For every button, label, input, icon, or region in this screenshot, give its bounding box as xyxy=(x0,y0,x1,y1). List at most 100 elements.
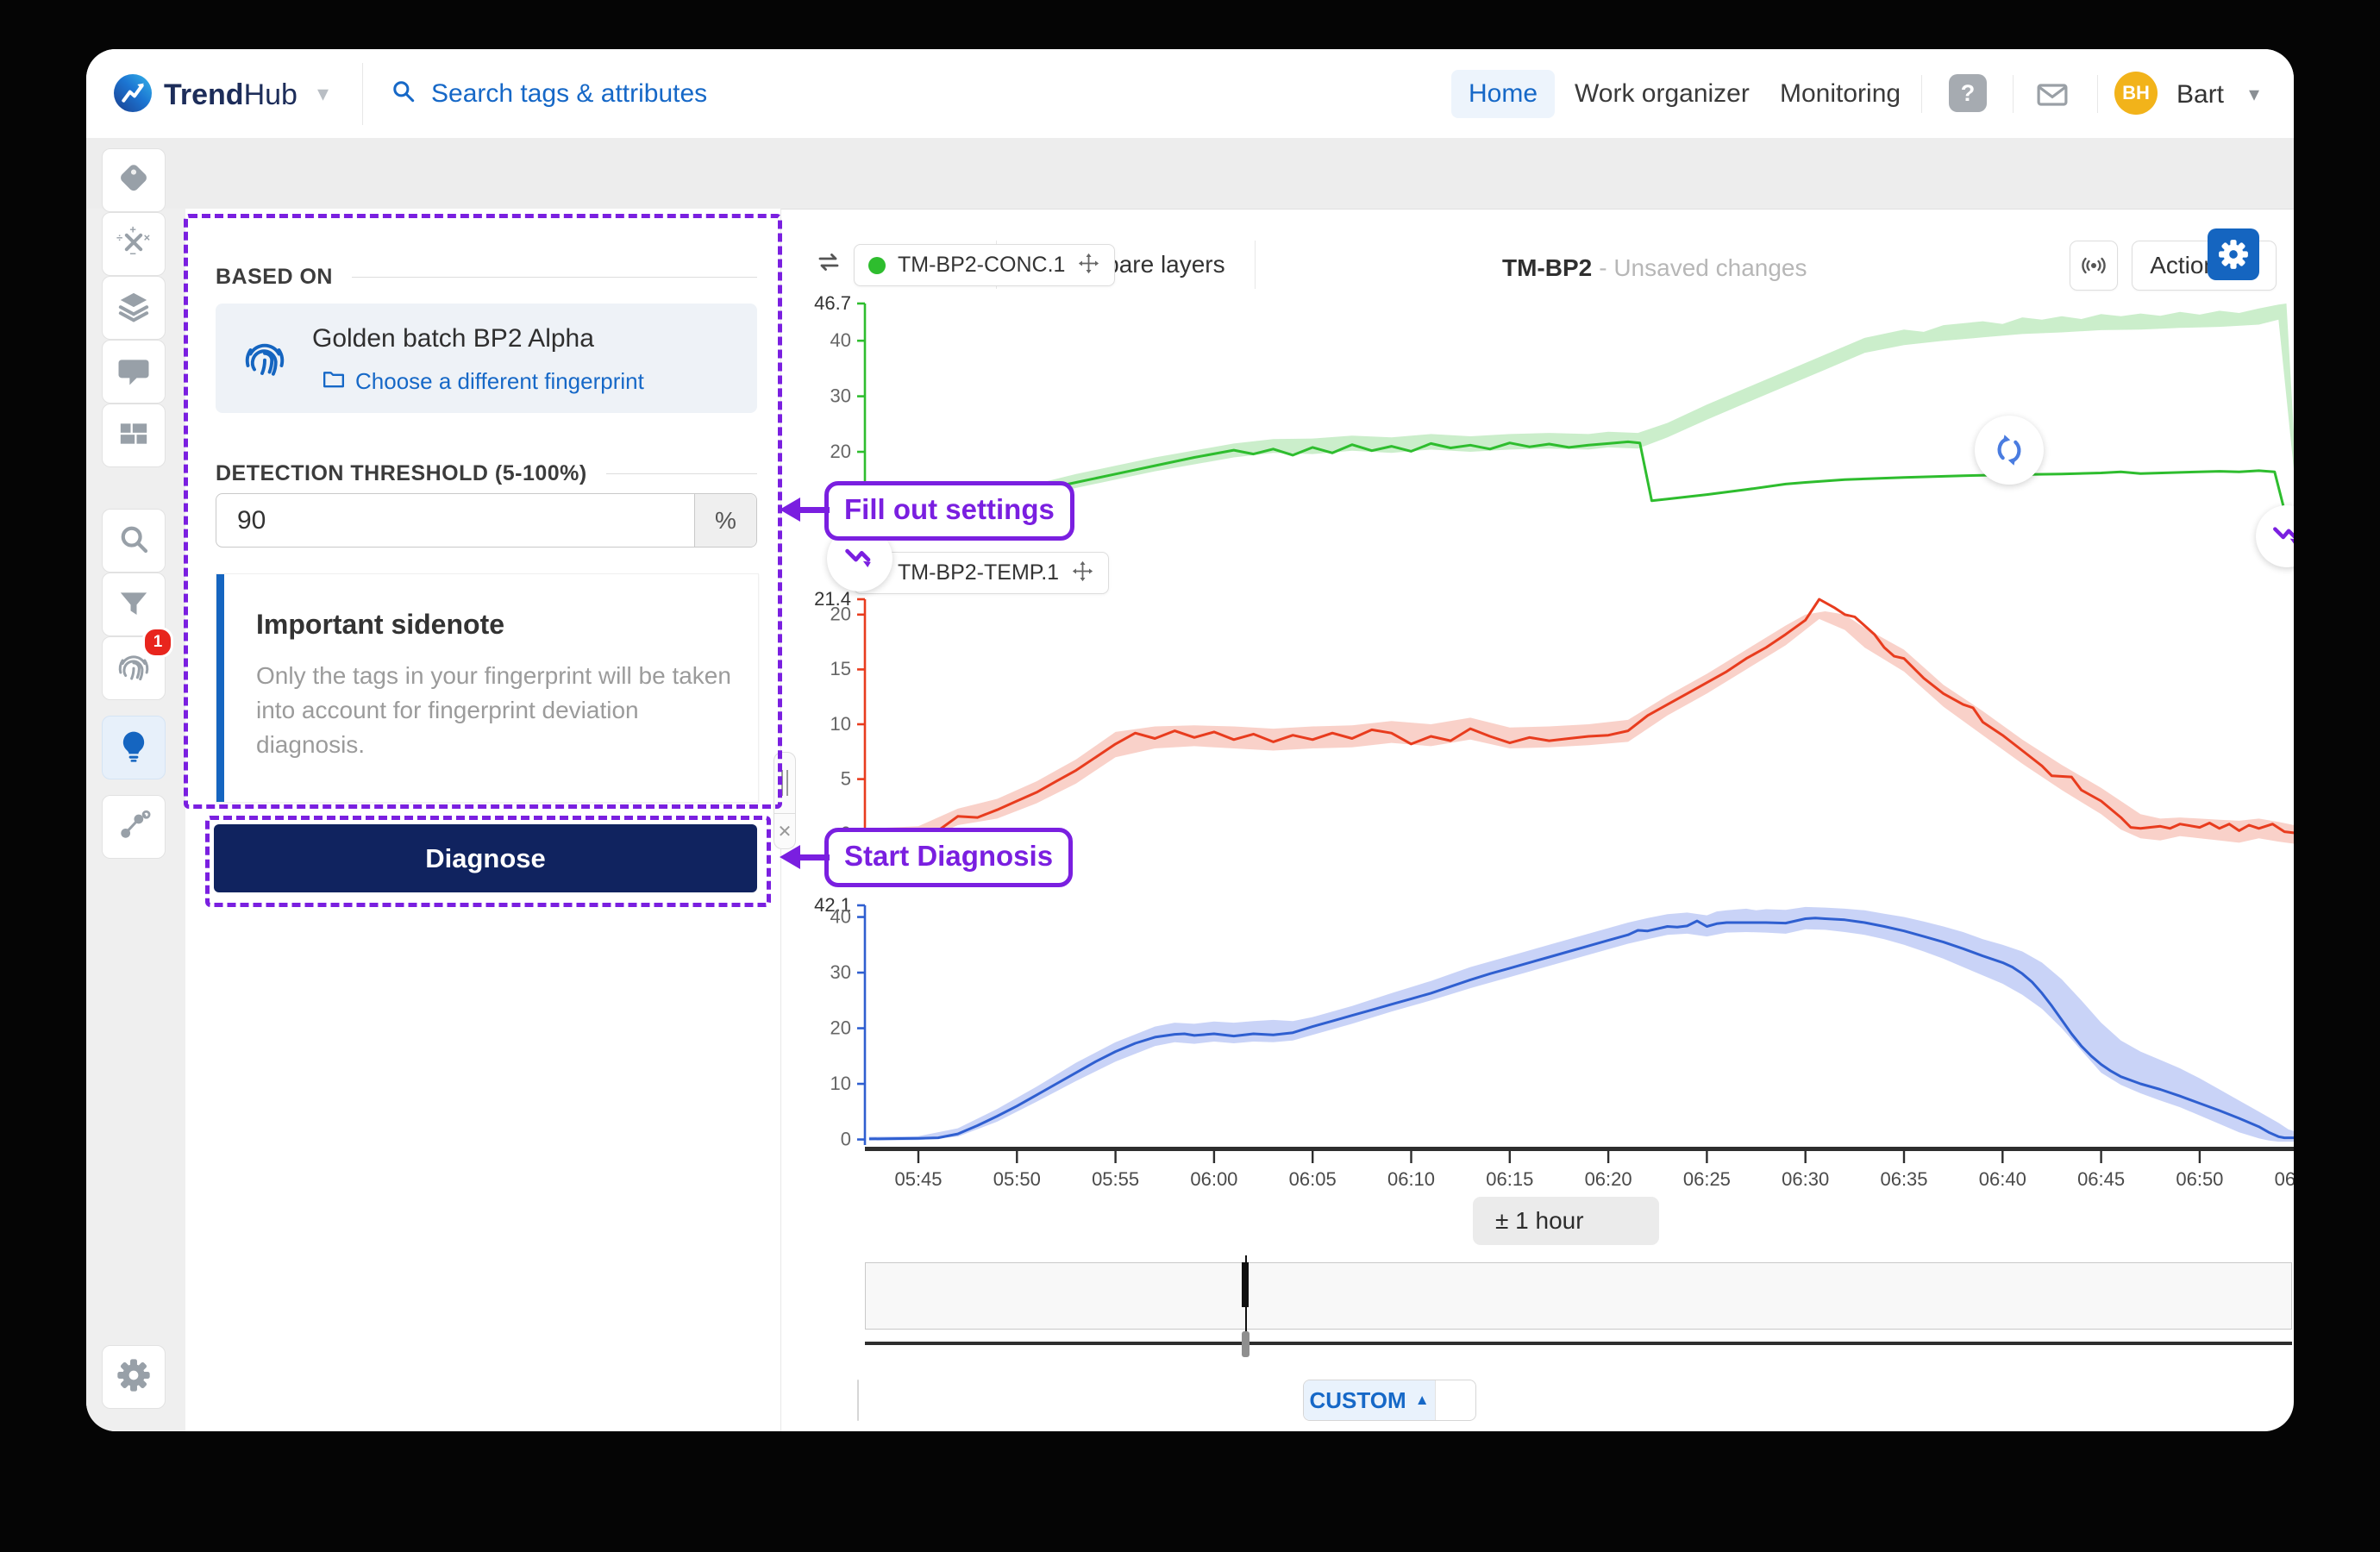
panel-close-button[interactable]: ✕ xyxy=(774,814,796,849)
nav-item-work-organizer[interactable]: Work organizer xyxy=(1557,70,1767,118)
svg-text:06:45: 06:45 xyxy=(2077,1168,2125,1190)
sidebar-item-dashboard[interactable] xyxy=(102,404,166,467)
chart-settings-button[interactable] xyxy=(2208,228,2259,280)
svg-text:30: 30 xyxy=(830,961,851,983)
legend-chip-conc[interactable]: TM-BP2-CONC.1 xyxy=(854,244,1116,286)
series-name: TM-BP2-TEMP.1 xyxy=(898,560,1060,585)
sidenote-accent-bar xyxy=(216,574,224,802)
brand-caret-icon[interactable]: ▾ xyxy=(317,80,329,107)
svg-text:46.7: 46.7 xyxy=(814,292,851,314)
svg-text:05:45: 05:45 xyxy=(894,1168,942,1190)
layers-icon xyxy=(116,288,152,329)
search-input[interactable]: Search tags & attributes xyxy=(390,78,707,110)
svg-text:5: 5 xyxy=(841,767,851,789)
svg-text:06:50: 06:50 xyxy=(2176,1168,2223,1190)
svg-text:06:00: 06:00 xyxy=(1190,1168,1237,1190)
svg-text:40: 40 xyxy=(830,329,851,351)
user-name[interactable]: Bart xyxy=(2176,80,2224,110)
sidebar-item-lightbulb[interactable] xyxy=(102,716,166,779)
custom-range-button[interactable]: CUSTOM ▲ xyxy=(1304,1380,1435,1420)
threshold-value: 90 xyxy=(237,506,266,535)
svg-text:06:15: 06:15 xyxy=(1486,1168,1533,1190)
svg-text:20: 20 xyxy=(830,604,851,625)
panel-resize-handle[interactable] xyxy=(774,752,796,814)
sidebar-item-formula[interactable]: ÷ + × − xyxy=(102,212,166,276)
trend-line[interactable] xyxy=(868,440,2294,550)
nav-item-monitoring[interactable]: Monitoring xyxy=(1763,70,1918,118)
diagnose-button[interactable]: Diagnose xyxy=(214,824,757,892)
app-window: TrendHub ▾ Search tags & attributes Home… xyxy=(86,49,2294,1431)
trend-charts[interactable]: 46.74030201021.420151050-142.14030201000… xyxy=(780,209,2294,1209)
sidebar-item-tag[interactable] xyxy=(102,148,166,212)
chevron-up-icon: ▲ xyxy=(1414,1392,1430,1408)
date-axis xyxy=(865,1342,2292,1345)
svg-text:06:25: 06:25 xyxy=(1683,1168,1731,1190)
svg-text:40: 40 xyxy=(830,905,851,927)
svg-text:15: 15 xyxy=(830,658,851,679)
funnel-icon xyxy=(116,585,152,625)
overview-cursor[interactable] xyxy=(1242,1262,1249,1307)
time-range-label[interactable]: ± 1 hour xyxy=(1495,1207,1584,1235)
svg-text:−: − xyxy=(129,247,136,260)
user-caret-icon[interactable]: ▾ xyxy=(2249,82,2259,107)
nav-item-home[interactable]: Home xyxy=(1451,70,1556,118)
comment-icon xyxy=(116,352,152,392)
lightbulb-icon xyxy=(116,728,152,768)
trendhub-logo[interactable]: TrendHub xyxy=(112,72,298,118)
svg-text:10: 10 xyxy=(830,713,851,735)
dashboard-icon xyxy=(116,416,152,456)
sidebar-item-comment[interactable] xyxy=(102,340,166,404)
overview-cursor-handle[interactable] xyxy=(1242,1331,1250,1357)
sidebar-item-layers[interactable] xyxy=(102,276,166,340)
sidenote-title: Important sidenote xyxy=(256,609,505,640)
callout-arrow-line xyxy=(799,507,830,513)
svg-text:06:20: 06:20 xyxy=(1585,1168,1632,1190)
sidebar-item-fingerprint[interactable]: 1 xyxy=(102,627,173,700)
divider xyxy=(2097,75,2098,113)
svg-text:+: + xyxy=(129,224,136,236)
move-icon[interactable] xyxy=(1077,252,1100,279)
start-diagnosis-callout: Start Diagnosis xyxy=(824,828,1074,887)
search-icon xyxy=(116,521,152,561)
divider xyxy=(1921,75,1922,113)
svg-text:06:30: 06:30 xyxy=(1782,1168,1829,1190)
folder-icon xyxy=(321,366,347,397)
gear-icon xyxy=(116,1357,152,1398)
series-color-dot xyxy=(868,256,886,274)
fingerprint-name: Golden batch BP2 Alpha xyxy=(312,324,594,353)
move-icon[interactable] xyxy=(1071,560,1094,587)
svg-text:05:50: 05:50 xyxy=(993,1168,1041,1190)
threshold-input[interactable]: 90 % xyxy=(216,493,757,548)
sidebar-item-search[interactable] xyxy=(102,509,166,573)
svg-text:20: 20 xyxy=(830,1017,851,1038)
custom-range-group: CUSTOM ▲ xyxy=(1303,1380,1476,1421)
brand-name: TrendHub xyxy=(164,78,298,111)
callout-arrow-line xyxy=(799,854,830,860)
refresh-marker-button[interactable] xyxy=(1975,416,2044,485)
threshold-header: DETECTION THRESHOLD (5-100%) xyxy=(216,461,757,486)
top-bar: TrendHub ▾ Search tags & attributes Home… xyxy=(86,49,2294,139)
callout-arrow-head xyxy=(780,498,800,522)
fingerprint-icon xyxy=(241,335,288,385)
callout-arrow-head xyxy=(780,845,800,869)
series-name: TM-BP2-CONC.1 xyxy=(898,253,1066,277)
confidence-band xyxy=(868,304,2294,531)
mail-icon[interactable] xyxy=(2033,76,2071,118)
sidebar-item-nodes[interactable] xyxy=(102,795,166,859)
help-button[interactable]: ? xyxy=(1949,74,1987,112)
time-range-group: ± 1 hour xyxy=(1473,1197,1659,1245)
trend-line[interactable] xyxy=(868,598,2294,840)
based-on-header: BASED ON xyxy=(216,265,757,290)
sidenote-body: Only the tags in your fingerprint will b… xyxy=(256,662,731,758)
sidenote-card: Important sidenote Only the tags in your… xyxy=(216,573,759,803)
sidebar-item-gear[interactable] xyxy=(102,1345,166,1409)
svg-text:20: 20 xyxy=(830,441,851,462)
svg-text:0: 0 xyxy=(841,1128,851,1149)
avatar[interactable]: BH xyxy=(2114,72,2158,115)
fill-out-settings-callout: Fill out settings xyxy=(824,481,1074,541)
choose-fingerprint-link[interactable]: Choose a different fingerprint xyxy=(312,366,644,397)
nodes-icon xyxy=(116,807,152,848)
fit-range-button[interactable] xyxy=(1435,1380,1475,1420)
confidence-band xyxy=(868,611,2294,845)
overview-strip[interactable] xyxy=(865,1262,2292,1330)
